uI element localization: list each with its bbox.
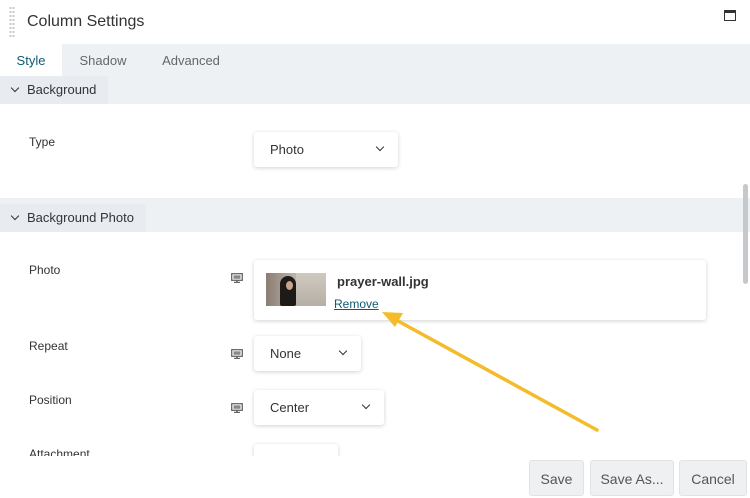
desktop-monitor-icon[interactable] [231,349,243,359]
type-label: Type [29,135,56,149]
tab-shadow[interactable]: Shadow [70,44,136,76]
photo-label: Photo [29,263,61,277]
section-band: Background Photo [0,198,750,232]
scrollbar-thumb[interactable] [743,184,748,284]
chevron-down-icon [375,142,385,152]
section-header-background-photo[interactable]: Background Photo [0,204,146,232]
repeat-select[interactable]: None [254,336,361,371]
maximize-icon[interactable] [724,10,736,21]
remove-photo-link[interactable]: Remove [334,297,379,311]
tab-advanced[interactable]: Advanced [150,44,232,76]
settings-content: Background Type Photo Background Photo P… [0,76,750,456]
section-title: Background Photo [27,210,134,225]
chevron-down-icon [10,83,20,93]
attachment-label: Attachment [29,447,90,456]
save-button[interactable]: Save [529,460,584,496]
position-select-value: Center [270,400,310,415]
section-header-background[interactable]: Background [0,76,108,104]
type-select[interactable]: Photo [254,132,398,167]
drag-handle-icon[interactable] [9,6,15,38]
cancel-button[interactable]: Cancel [679,460,747,496]
repeat-label: Repeat [29,339,68,353]
repeat-select-value: None [270,346,302,361]
position-select[interactable]: Center [254,390,384,425]
chevron-down-icon [10,211,20,221]
section-title: Background [27,82,97,97]
tab-bar: Style Shadow Advanced [0,44,750,76]
section-band: Background [0,76,750,104]
footer-actions: Save Save As... Cancel [0,456,750,498]
desktop-monitor-icon[interactable] [231,403,243,413]
chevron-down-icon [338,346,348,356]
tab-style[interactable]: Style [0,44,62,76]
photo-filename: prayer-wall.jpg [337,274,429,289]
attachment-select[interactable] [254,444,338,456]
photo-thumbnail[interactable] [266,273,326,306]
panel-title: Column Settings [27,13,145,30]
type-select-value: Photo [270,142,304,157]
save-as-button[interactable]: Save As... [590,460,674,496]
panel-titlebar: Column Settings [0,0,750,44]
photo-field: prayer-wall.jpg Remove [254,260,706,320]
chevron-down-icon [361,400,371,410]
desktop-monitor-icon[interactable] [231,273,243,283]
position-label: Position [29,393,72,407]
